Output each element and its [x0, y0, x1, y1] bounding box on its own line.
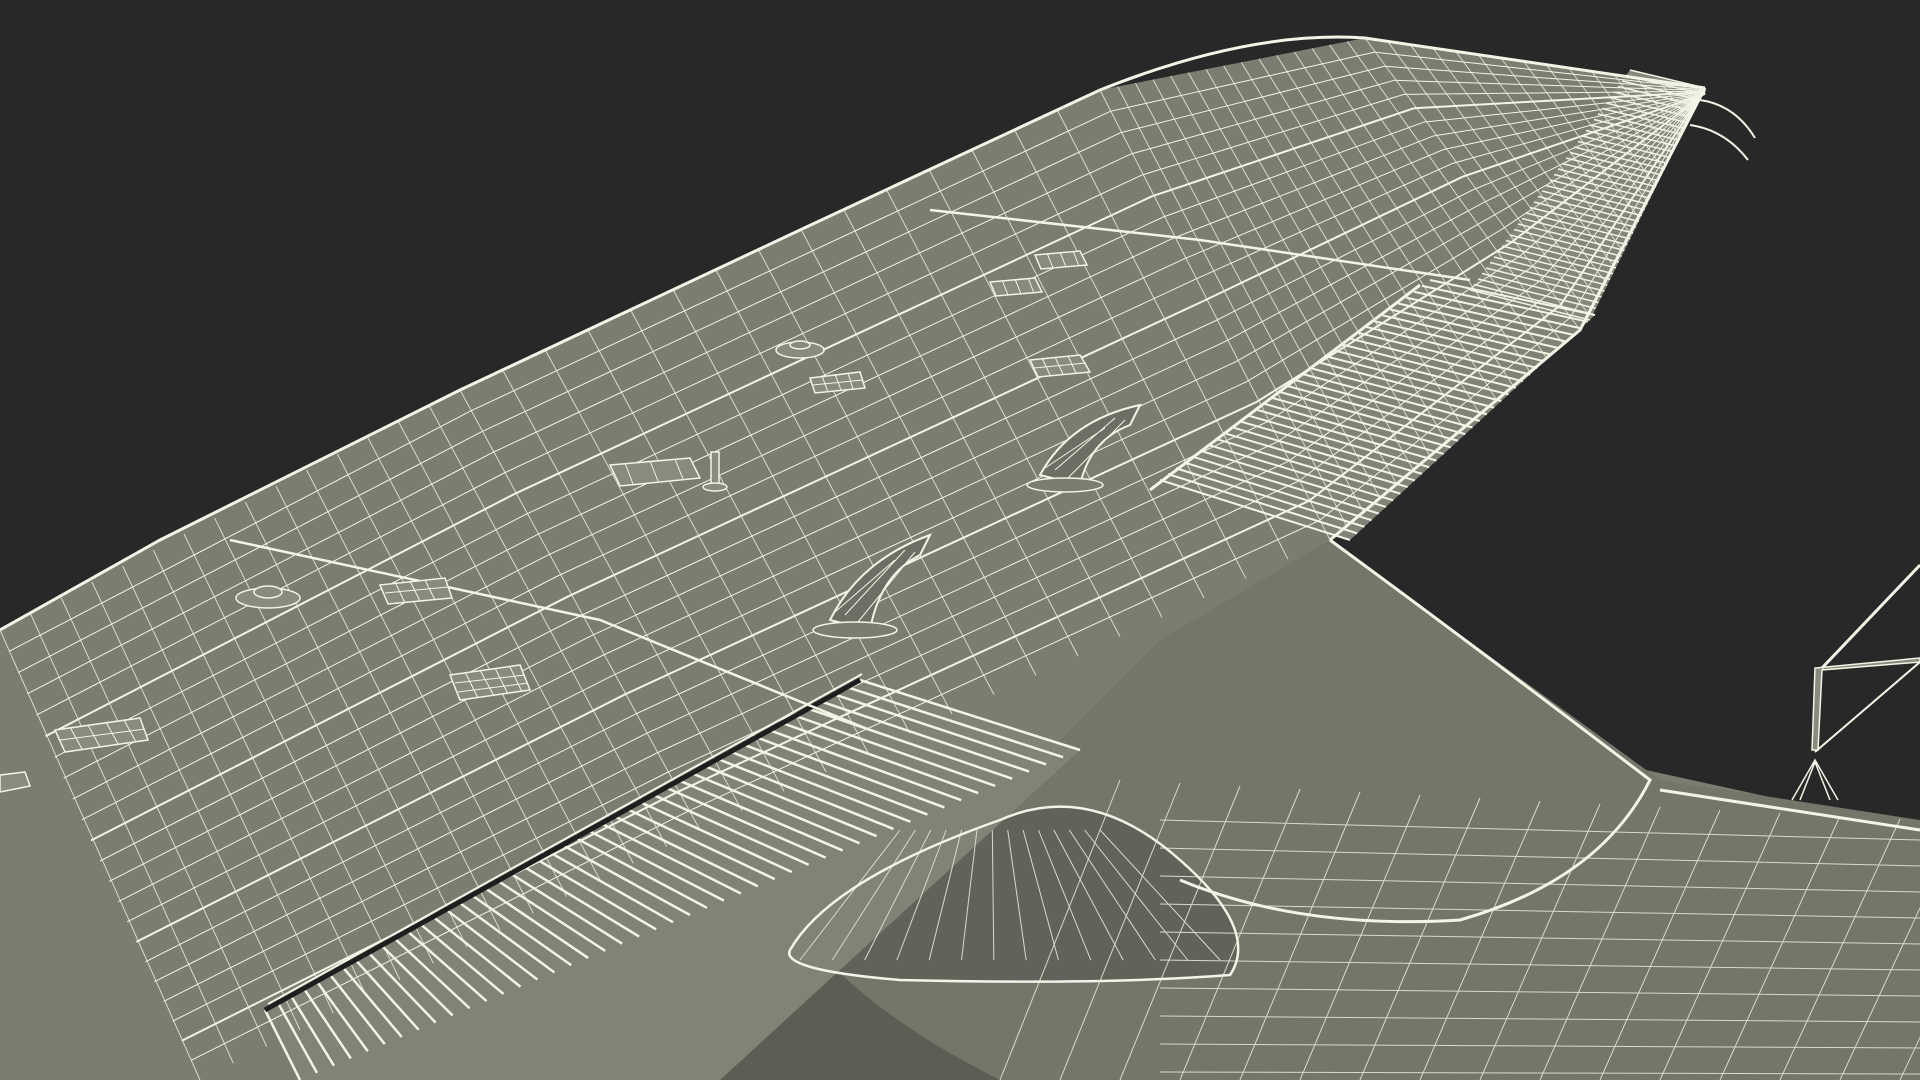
render-viewport [0, 0, 1920, 1080]
wing-wireframe-render [0, 0, 1920, 1080]
inspection-patch [1033, 250, 1089, 270]
inspection-patch [988, 277, 1044, 297]
fuel-cap [775, 340, 825, 359]
